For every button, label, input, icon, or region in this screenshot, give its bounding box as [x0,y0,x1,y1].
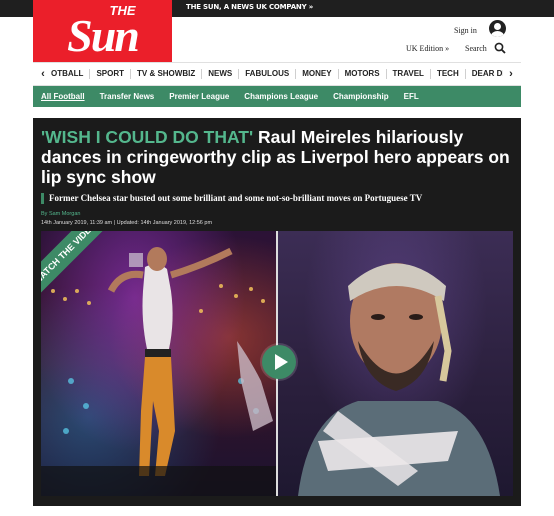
football-subnav: All Football Transfer News Premier Leagu… [33,86,521,107]
nav-item-tech[interactable]: TECH [431,69,466,79]
nav-next-arrow-icon[interactable]: › [503,67,519,81]
nav-item-tv-showbiz[interactable]: TV & SHOWBIZ [131,69,203,79]
subnav-item-champions-league[interactable]: Champions League [244,92,318,101]
nav-prev-arrow-icon[interactable]: ‹ [35,67,51,81]
play-icon[interactable] [262,345,296,379]
article-byline[interactable]: By Sam Morgan [41,211,80,217]
main-nav: ‹ OTBALL SPORT TV & SHOWBIZ NEWS FABULOU… [33,62,521,86]
stage-lights-graphic [41,247,276,496]
article-standfirst: Former Chelsea star busted out some bril… [41,193,525,204]
article-hero: 'WISH I COULD DO THAT' Raul Meireles hil… [33,118,521,506]
nav-item-money[interactable]: MONEY [296,69,339,79]
subnav-item-premier-league[interactable]: Premier League [169,92,229,101]
video-still-dancer: WATCH THE VIDEO [41,231,276,496]
subnav-items: All Football Transfer News Premier Leagu… [41,86,434,107]
headline-kicker: 'WISH I COULD DO THAT' [41,127,254,147]
article-headline: 'WISH I COULD DO THAT' Raul Meireles hil… [41,127,517,187]
sun-logo[interactable]: THE Sun [33,0,172,62]
subnav-item-transfer-news[interactable]: Transfer News [100,92,155,101]
search-label[interactable]: Search [465,44,487,53]
main-nav-items: OTBALL SPORT TV & SHOWBIZ NEWS FABULOUS … [51,63,503,85]
nav-item-news[interactable]: NEWS [202,69,240,79]
nav-item-sport[interactable]: SPORT [90,69,131,79]
edition-selector[interactable]: UK Edition » [406,44,449,53]
closeup-graphic [298,263,500,496]
video-still-closeup [278,231,513,496]
subnav-item-efl[interactable]: EFL [404,92,419,101]
nav-item-travel[interactable]: TRAVEL [387,69,431,79]
sign-in-link[interactable]: Sign in [454,26,477,35]
corporate-link[interactable]: THE SUN, A NEWS UK COMPANY » [186,3,313,11]
search-icon[interactable] [494,42,506,54]
article-dates: 14th January 2019, 11:39 am | Updated: 1… [41,220,213,226]
subnav-item-championship[interactable]: Championship [333,92,389,101]
video-player[interactable]: WATCH THE VIDEO [41,231,513,496]
nav-item-motors[interactable]: MOTORS [339,69,387,79]
subnav-item-all-football[interactable]: All Football [41,92,85,101]
nav-item-football[interactable]: OTBALL [51,69,91,79]
nav-item-fabulous[interactable]: FABULOUS [239,69,297,79]
logo-sun-text: Sun [67,10,140,61]
user-avatar-icon[interactable] [489,20,506,37]
nav-item-dear-deidre[interactable]: DEAR DEIDRE [466,69,503,79]
